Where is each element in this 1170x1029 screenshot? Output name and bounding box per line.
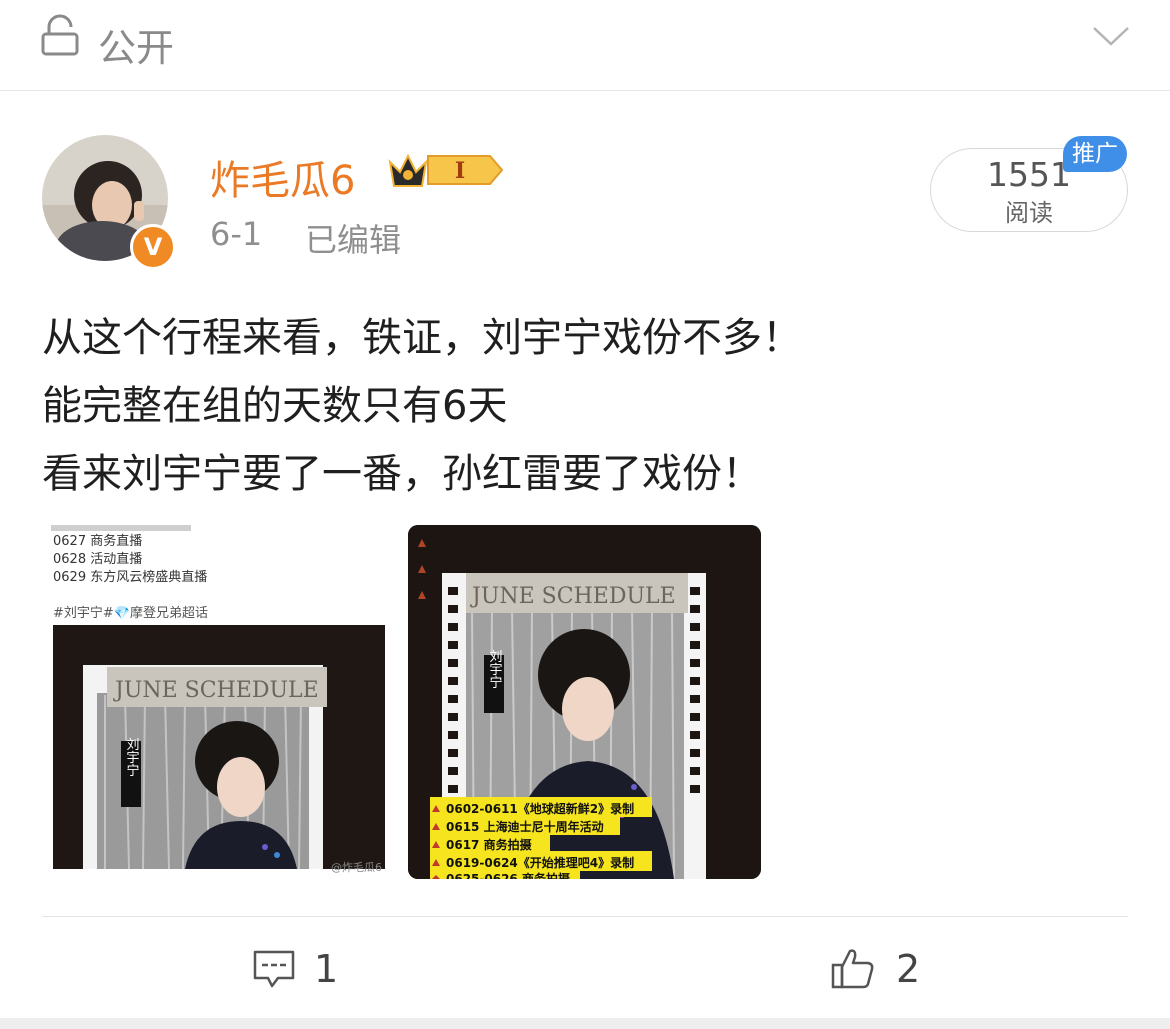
image1-title: JUNE SCHEDULE (113, 678, 319, 703)
post-line: 能完整在组的天数只有6天 (42, 383, 508, 429)
post-date: 6-1 (210, 215, 263, 253)
read-label: 阅读 (1005, 199, 1053, 227)
visibility-bar[interactable]: 公开 (0, 0, 1170, 91)
post-line: 从这个行程来看，铁证，刘宇宁戏份不多！ (42, 315, 802, 361)
image2-title: JUNE SCHEDULE (470, 584, 676, 609)
schedule-item: 0625-0626 商务拍摄 (446, 871, 571, 879)
image1-list-item: 0627 商务直播 (53, 533, 142, 549)
image1-list-item: 0629 东方风云榜盛典直播 (53, 569, 207, 585)
post-line: 看来刘宇宁要了一番，孙红雷要了戏份！ (42, 451, 762, 497)
image1-list-item: 0628 活动直播 (53, 552, 142, 567)
post-image-1[interactable]: 0627 商务直播 0628 活动直播 0629 东方风云榜盛典直播 #刘宇宁#… (45, 525, 392, 879)
footer-divider (42, 916, 1128, 917)
schedule-item: 0617 商务拍摄 (446, 837, 533, 852)
visibility-label: 公开 (98, 26, 175, 70)
schedule-item: 0615 上海迪士尼十周年活动 (446, 819, 604, 834)
like-count[interactable]: 2 (896, 947, 920, 991)
username[interactable]: 炸毛瓜6 (210, 148, 355, 206)
promo-tag: 推广 (1063, 136, 1127, 172)
image1-vertical-name: 刘宇宁 (124, 738, 140, 777)
bottom-separator (0, 1018, 1170, 1029)
like-icon[interactable] (830, 945, 876, 991)
image2-vertical-name: 刘宇宁 (487, 650, 503, 689)
lock-icon (41, 14, 79, 56)
image1-tags: #刘宇宁#💎摩登兄弟超话 (53, 605, 208, 621)
chevron-down-icon[interactable] (1092, 24, 1130, 48)
edited-label[interactable]: 已编辑 (305, 215, 401, 261)
image1-watermark: @炸毛瓜6 (331, 861, 382, 874)
comment-count[interactable]: 1 (314, 947, 338, 991)
schedule-item: 0602-0611《地球超新鲜2》录制 (446, 801, 634, 816)
member-crown-icon: I (388, 153, 504, 187)
verified-badge-icon: V (130, 224, 176, 270)
comment-icon[interactable] (252, 948, 296, 992)
post-text: 从这个行程来看，铁证，刘宇宁戏份不多！ 能完整在组的天数只有6天 看来刘宇宁要了… (42, 304, 1132, 508)
post-image-2[interactable]: JUNE SCHEDULE 刘宇宁 0602-0611《地球超新鲜2》录制 06… (408, 525, 761, 879)
schedule-item: 0619-0624《开始推理吧4》录制 (446, 855, 634, 870)
level-badge: I (455, 158, 465, 184)
